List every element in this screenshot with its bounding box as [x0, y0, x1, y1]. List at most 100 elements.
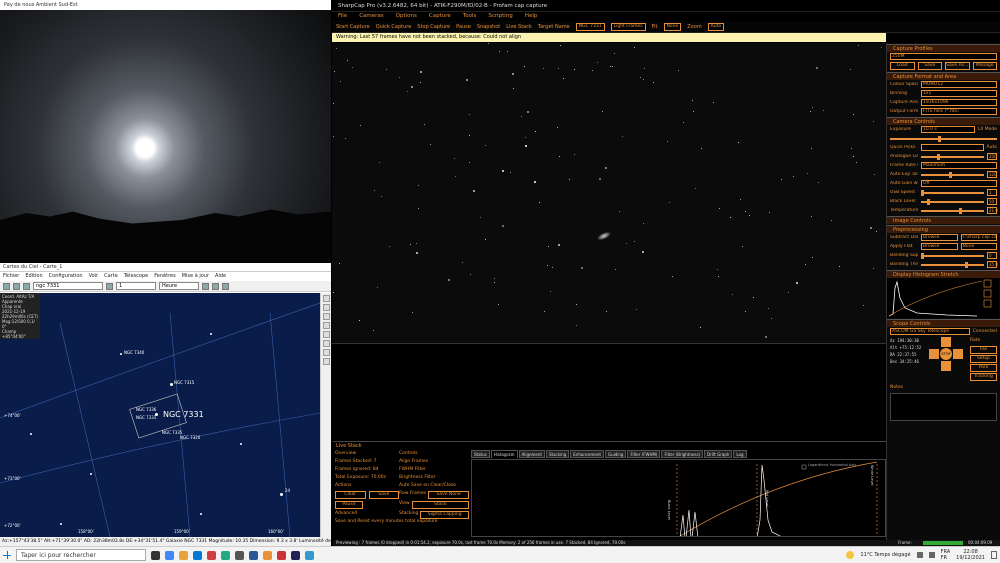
zenith-icon[interactable]: [323, 331, 330, 338]
west-icon[interactable]: [323, 322, 330, 329]
banding-value[interactable]: 0: [987, 252, 997, 259]
live-image-view[interactable]: [332, 43, 886, 343]
capture-area-select[interactable]: 1936x1096: [921, 99, 997, 106]
scope-controls-header[interactable]: Scope Controls: [887, 319, 1000, 327]
app-icon[interactable]: [277, 550, 286, 560]
cdc-search-input[interactable]: ngc 7331: [33, 282, 103, 290]
park-button[interactable]: Park: [970, 364, 997, 372]
task-view-icon[interactable]: [151, 550, 160, 560]
profile-save-button[interactable]: Save: [917, 62, 942, 70]
quick-capture-button[interactable]: Quick Capture: [376, 24, 412, 30]
cdc-menu-fichier[interactable]: Fichier: [3, 273, 19, 280]
menu-capture[interactable]: Capture: [429, 13, 451, 20]
gain-value[interactable]: 200: [987, 153, 997, 160]
cartes-du-ciel-taskbar-icon[interactable]: [291, 550, 300, 560]
stacking-select[interactable]: Sigma Clipping: [420, 511, 469, 519]
chrome-icon[interactable]: [165, 550, 174, 560]
scope-east-arrow-icon[interactable]: [953, 349, 963, 359]
subtract-dark-browse-button[interactable]: Browse: [921, 234, 958, 241]
volume-icon[interactable]: [928, 552, 935, 558]
view-select[interactable]: Stack: [411, 501, 469, 509]
target-name-select[interactable]: NGC 7331: [575, 22, 605, 31]
cdc-menu-configuration[interactable]: Configuration: [49, 273, 83, 280]
north-icon[interactable]: [323, 295, 330, 302]
zoom-out-icon[interactable]: [212, 282, 219, 290]
network-icon[interactable]: [916, 552, 923, 558]
auto-save-checkbox[interactable]: Auto Save on Clear/Close: [399, 482, 469, 490]
apply-flat-browse-button[interactable]: Browse: [921, 243, 958, 250]
notes-textarea[interactable]: [890, 393, 997, 421]
cdc-menu-aide[interactable]: Aide: [215, 273, 226, 280]
setup-button[interactable]: Setup: [970, 355, 997, 363]
zoom-select[interactable]: Auto: [707, 22, 725, 31]
print-icon[interactable]: [23, 282, 30, 290]
zoom-in-icon[interactable]: [202, 282, 209, 290]
log-axis-label[interactable]: Logarithmic Horizontal Axis: [808, 463, 856, 467]
tab-log[interactable]: Log: [733, 450, 747, 458]
frame-rate-select[interactable]: Maximum: [921, 162, 997, 169]
app-icon[interactable]: [249, 550, 258, 560]
cdc-menu-telescope[interactable]: Télescope: [124, 273, 148, 280]
save-button[interactable]: Save: [368, 491, 399, 499]
open-icon[interactable]: [3, 282, 10, 290]
clock[interactable]: 22:08 19/12/2021: [956, 549, 985, 561]
sharpcap-taskbar-icon[interactable]: [263, 550, 272, 560]
app-icon[interactable]: [221, 550, 230, 560]
start-capture-button[interactable]: Start Capture: [336, 24, 370, 30]
save-icon[interactable]: [13, 282, 20, 290]
tab-guiding[interactable]: Guiding: [604, 450, 627, 458]
connected-checkbox[interactable]: Connected: [973, 329, 997, 334]
tab-histogram[interactable]: Histogram: [490, 450, 518, 458]
output-format-select[interactable]: FITS files (*.fits): [921, 108, 997, 115]
scope-south-arrow-icon[interactable]: [941, 361, 951, 371]
scope-stop-button[interactable]: STOP: [940, 348, 952, 360]
usb-speed-value[interactable]: 1: [987, 189, 997, 196]
fov-icon[interactable]: [323, 340, 330, 347]
rate-select[interactable]: Fas: [970, 346, 997, 354]
tab-filter-fwhm[interactable]: Filter (FWHM): [627, 450, 661, 458]
cdc-time-unit-select[interactable]: Heure: [159, 282, 199, 290]
file-explorer-icon[interactable]: [179, 550, 188, 560]
notifications-icon[interactable]: [991, 551, 997, 559]
pause-button[interactable]: Pause: [456, 24, 471, 30]
banding-threshold-value[interactable]: 35.0: [987, 261, 998, 268]
weather-text[interactable]: 11°C Temps dégagé: [860, 552, 910, 558]
exposure-slider[interactable]: [890, 135, 997, 142]
live-stack-button[interactable]: Live Stack: [506, 24, 532, 30]
edge-icon[interactable]: [193, 550, 202, 560]
cdc-sky-map[interactable]: Coord. AltAz T/A Apparente Chap vrai 202…: [0, 293, 320, 537]
brightness-filter-checkbox[interactable]: Brightness Filter: [399, 474, 469, 482]
auto-checkbox[interactable]: Auto: [987, 145, 997, 150]
profile-manage-button[interactable]: Manage: [972, 62, 997, 70]
windows-start-icon[interactable]: [3, 551, 11, 559]
colour-space-select[interactable]: MONO12: [921, 81, 997, 88]
banding-threshold-slider[interactable]: [921, 261, 984, 268]
scope-north-arrow-icon[interactable]: [941, 337, 951, 347]
south-icon[interactable]: [323, 304, 330, 311]
east-icon[interactable]: [323, 313, 330, 320]
language-indicator[interactable]: FRA FR: [941, 549, 951, 561]
gain-slider[interactable]: [921, 153, 984, 160]
capture-profiles-header[interactable]: Capture Profiles: [887, 44, 1000, 52]
pause-stack-button[interactable]: Pause: [335, 501, 363, 509]
black-level-slider[interactable]: [921, 198, 984, 205]
histogram-stretch-header[interactable]: Display Histogram Stretch: [887, 270, 1000, 278]
cdc-menu-carte[interactable]: Carte: [104, 273, 118, 280]
fit-select[interactable]: None: [663, 22, 682, 31]
stop-capture-button[interactable]: Stop Capture: [417, 24, 450, 30]
raw-frames-select[interactable]: Save None: [428, 491, 469, 499]
menu-scripting[interactable]: Scripting: [488, 13, 512, 20]
tracking-button[interactable]: Tracking: [970, 373, 997, 381]
capture-format-header[interactable]: Capture Format and Area: [887, 72, 1000, 80]
tab-alignment[interactable]: Alignment: [518, 450, 545, 458]
snapshot-button[interactable]: Snapshot: [477, 24, 500, 30]
profile-save-as-button[interactable]: Save As...: [945, 62, 970, 70]
menu-tools[interactable]: Tools: [463, 13, 477, 20]
preprocessing-header[interactable]: Preprocessing: [887, 225, 1000, 233]
quick-picks-select[interactable]: [921, 144, 984, 151]
menu-options[interactable]: Options: [396, 13, 417, 20]
cdc-time-step-input[interactable]: 1: [116, 282, 156, 290]
auto-gain-select[interactable]: Off: [921, 180, 997, 187]
frame-type-select[interactable]: Light Frames: [610, 22, 646, 31]
cdc-menu-mise-a-jour[interactable]: Mise à jour: [182, 273, 209, 280]
